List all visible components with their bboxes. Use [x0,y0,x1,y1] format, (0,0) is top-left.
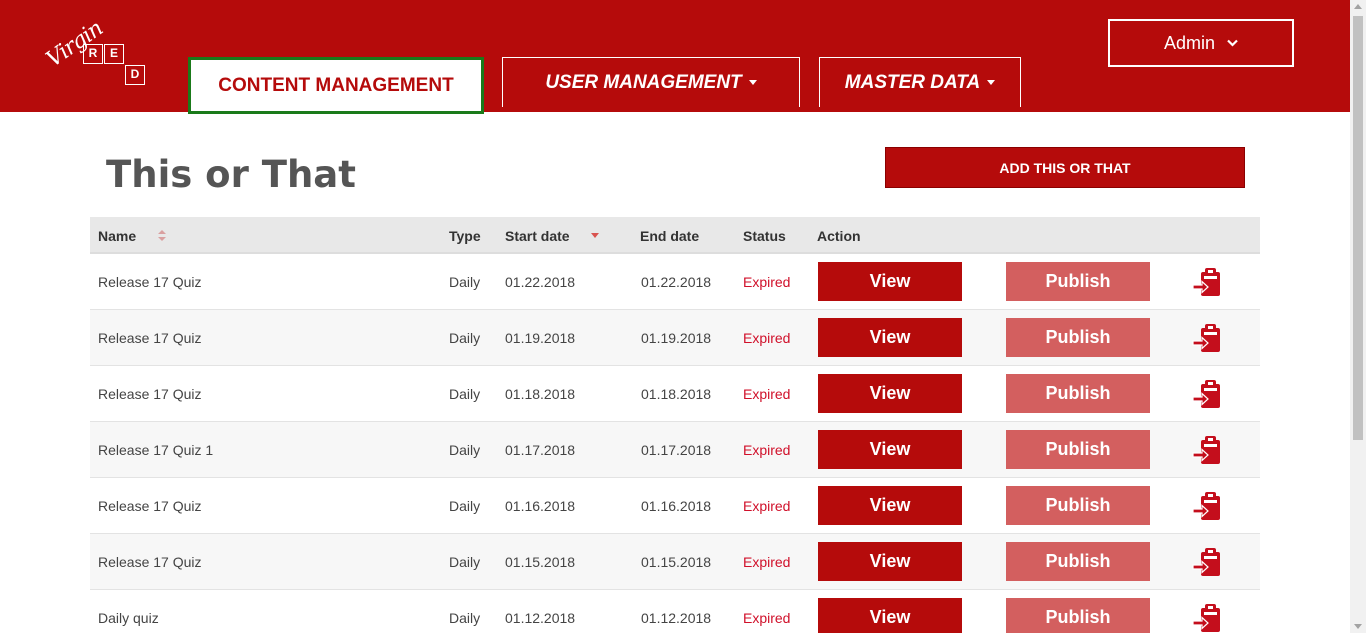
column-header-status[interactable]: Status [743,228,786,244]
scroll-down-icon[interactable] [1354,624,1362,629]
status-badge: Expired [743,330,791,346]
clipboard-export-icon[interactable] [1192,378,1222,410]
row-start-date: 01.15.2018 [505,554,576,570]
vertical-scrollbar[interactable] [1350,0,1366,633]
row-type: Daily [449,330,481,346]
row-end-date: 01.16.2018 [641,498,712,514]
table-row: Release 17 Quiz Daily 01.19.2018 01.19.2… [90,310,1260,366]
publish-button[interactable]: Publish [1006,542,1150,581]
virgin-red-logo[interactable]: Virgin R E D [40,12,150,92]
logo-letter-d: D [125,65,145,85]
clipboard-export-icon[interactable] [1192,434,1222,466]
row-type: Daily [449,386,481,402]
view-button[interactable]: View [818,486,962,525]
logo-letter-e: E [104,44,124,64]
row-end-date: 01.12.2018 [641,610,712,626]
row-type: Daily [449,554,481,570]
clipboard-export-icon[interactable] [1192,546,1222,578]
nav-master-data-label: MASTER DATA [844,71,981,93]
nav-user-management[interactable]: USER MANAGEMENT [502,57,800,107]
view-button[interactable]: View [818,318,962,357]
row-name: Release 17 Quiz [98,330,202,346]
page-title: This or That [106,153,356,196]
table-row: Release 17 Quiz Daily 01.16.2018 01.16.2… [90,478,1260,534]
view-button[interactable]: View [818,262,962,301]
status-badge: Expired [743,274,791,290]
table-header: Name Type Start date End date Status Act… [90,217,1260,254]
admin-label: Admin [1163,32,1216,53]
sort-icon[interactable] [158,230,166,242]
column-header-start-date[interactable]: Start date [505,228,570,244]
view-button[interactable]: View [818,430,962,469]
nav-user-management-label: USER MANAGEMENT [545,71,742,93]
this-or-that-table: Name Type Start date End date Status Act… [90,217,1260,633]
row-start-date: 01.12.2018 [505,610,576,626]
column-header-end-date[interactable]: End date [640,228,699,244]
column-header-name[interactable]: Name [98,228,136,244]
clipboard-export-icon[interactable] [1192,602,1222,633]
view-button[interactable]: View [818,542,962,581]
row-type: Daily [449,274,481,290]
row-end-date: 01.19.2018 [641,330,712,346]
publish-button[interactable]: Publish [1006,486,1150,525]
row-name: Release 17 Quiz [98,386,202,402]
publish-button[interactable]: Publish [1006,430,1150,469]
clipboard-export-icon[interactable] [1192,266,1222,298]
row-name: Release 17 Quiz [98,498,202,514]
row-end-date: 01.15.2018 [641,554,712,570]
table-row: Daily quiz Daily 01.12.2018 01.12.2018 E… [90,590,1260,633]
clipboard-export-icon[interactable] [1192,490,1222,522]
caret-down-icon [748,80,757,85]
row-name: Release 17 Quiz [98,554,202,570]
row-start-date: 01.17.2018 [505,442,576,458]
column-header-action: Action [817,228,861,244]
row-end-date: 01.17.2018 [641,442,712,458]
logo-letter-r: R [83,44,103,64]
add-this-or-that-button[interactable]: ADD THIS OR THAT [885,147,1245,188]
view-button[interactable]: View [818,374,962,413]
table-row: Release 17 Quiz Daily 01.18.2018 01.18.2… [90,366,1260,422]
row-start-date: 01.19.2018 [505,330,576,346]
publish-button[interactable]: Publish [1006,598,1150,633]
row-end-date: 01.18.2018 [641,386,712,402]
nav-content-management-label: CONTENT MANAGEMENT [218,74,454,96]
status-badge: Expired [743,442,791,458]
view-button[interactable]: View [818,598,962,633]
row-start-date: 01.18.2018 [505,386,576,402]
table-row: Release 17 Quiz 1 Daily 01.17.2018 01.17… [90,422,1260,478]
nav-content-management[interactable]: CONTENT MANAGEMENT [188,57,484,114]
row-name: Daily quiz [98,610,159,626]
sort-desc-icon[interactable] [591,233,599,238]
row-end-date: 01.22.2018 [641,274,712,290]
row-type: Daily [449,442,481,458]
chevron-down-icon [1227,36,1238,50]
row-start-date: 01.22.2018 [505,274,576,290]
clipboard-export-icon[interactable] [1192,322,1222,354]
table-row: Release 17 Quiz Daily 01.22.2018 01.22.2… [90,254,1260,310]
publish-button[interactable]: Publish [1006,374,1150,413]
status-badge: Expired [743,610,791,626]
table-row: Release 17 Quiz Daily 01.15.2018 01.15.2… [90,534,1260,590]
scrollbar-thumb[interactable] [1353,16,1363,440]
row-type: Daily [449,610,481,626]
status-badge: Expired [743,498,791,514]
status-badge: Expired [743,554,791,570]
publish-button[interactable]: Publish [1006,318,1150,357]
row-name: Release 17 Quiz 1 [98,442,214,458]
row-start-date: 01.16.2018 [505,498,576,514]
row-type: Daily [449,498,481,514]
publish-button[interactable]: Publish [1006,262,1150,301]
admin-dropdown[interactable]: Admin [1108,19,1294,67]
row-name: Release 17 Quiz [98,274,202,290]
status-badge: Expired [743,386,791,402]
nav-master-data[interactable]: MASTER DATA [819,57,1021,107]
column-header-type[interactable]: Type [449,228,481,244]
caret-down-icon [987,80,996,85]
top-header: Virgin R E D CONTENT MANAGEMENT USER MAN… [0,0,1350,114]
scroll-up-icon[interactable] [1354,4,1362,9]
